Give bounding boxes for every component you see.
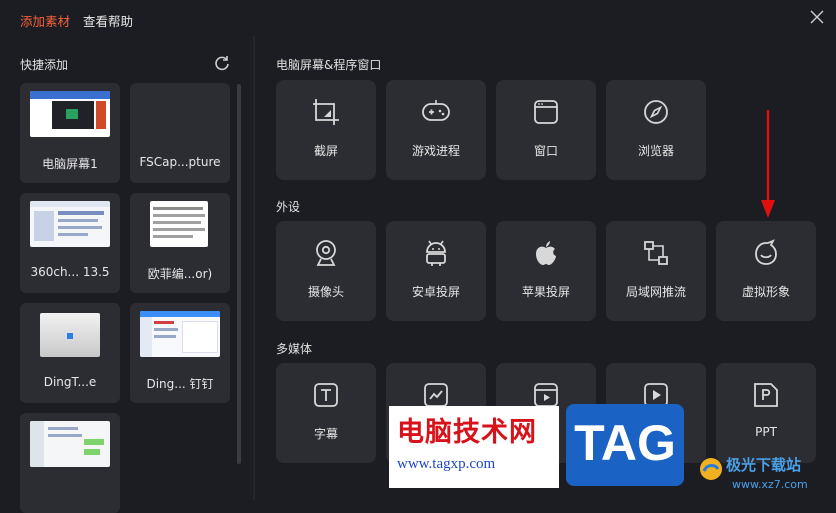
- source-label: 浏览器: [637, 144, 674, 158]
- quick-item-label: 360ch... 13.5: [30, 265, 110, 279]
- text-icon: [314, 383, 338, 407]
- source-avatar[interactable]: 虚拟形象: [716, 221, 816, 321]
- watermark-site-name: 极光下载站: [726, 456, 802, 474]
- crop-icon: [313, 99, 339, 125]
- source-label: 摄像头: [307, 285, 344, 299]
- watermark-brand: 电脑技术网: [397, 417, 537, 448]
- source-subtitle[interactable]: 字幕: [276, 363, 376, 463]
- scrollbar[interactable]: [237, 84, 241, 464]
- quick-add-panel: 快捷添加 电脑屏幕1 FSCap...pture 360ch... 13.5 欧…: [0, 36, 253, 513]
- source-label: 窗口: [533, 144, 558, 158]
- refresh-icon[interactable]: [213, 54, 231, 72]
- close-icon[interactable]: [808, 8, 826, 26]
- thumbnail: [40, 313, 100, 357]
- quick-item-label: Ding... 钉钉: [146, 377, 214, 391]
- quick-item-360chrome[interactable]: 360ch... 13.5: [20, 193, 120, 293]
- source-game[interactable]: 游戏进程: [386, 80, 486, 180]
- webcam-icon: [316, 240, 336, 266]
- quick-item-label: 电脑屏幕1: [42, 157, 98, 171]
- network-icon: [644, 241, 668, 265]
- thumbnail: [30, 91, 110, 137]
- section-title-media: 多媒体: [276, 342, 313, 356]
- source-webcam[interactable]: 摄像头: [276, 221, 376, 321]
- quick-item-editor[interactable]: 欧菲编...or): [130, 193, 230, 293]
- watermark-url: www.tagxp.com: [397, 456, 496, 472]
- source-label: 安卓投屏: [411, 285, 460, 299]
- watermark-tag-text: TAG: [574, 415, 676, 471]
- quick-item-dingtalk-1[interactable]: DingT...e: [20, 303, 120, 403]
- source-screenshot[interactable]: 截屏: [276, 80, 376, 180]
- panel-divider: [253, 36, 255, 500]
- source-android[interactable]: 安卓投屏: [386, 221, 486, 321]
- source-label: 游戏进程: [411, 144, 460, 158]
- apple-icon: [536, 241, 556, 265]
- quick-item-label: 欧菲编...or): [147, 267, 213, 281]
- compass-icon: [644, 100, 668, 124]
- video-icon: [534, 383, 558, 407]
- watermark-tag-logo: TAG: [566, 404, 684, 486]
- quick-item-dingtalk-2[interactable]: Ding... 钉钉: [130, 303, 230, 403]
- tab-help[interactable]: 查看帮助: [83, 11, 133, 30]
- window-icon: [534, 100, 558, 124]
- annotation-arrow-icon: [761, 110, 775, 218]
- chart-icon: [424, 383, 448, 407]
- quick-item-label: DingT...e: [43, 375, 97, 389]
- source-browser[interactable]: 浏览器: [606, 80, 706, 180]
- source-window[interactable]: 窗口: [496, 80, 596, 180]
- android-icon: [426, 240, 446, 266]
- source-label: PPT: [755, 425, 777, 439]
- thumbnail: [140, 311, 220, 357]
- source-label: 字幕: [313, 427, 338, 441]
- quick-item-window[interactable]: [20, 413, 120, 513]
- quick-item-fscapture[interactable]: FSCap...pture: [130, 83, 230, 183]
- watermark-site: 极光下载站 www.xz7.com: [692, 448, 836, 500]
- quick-item-screen1[interactable]: 电脑屏幕1: [20, 83, 120, 183]
- tab-add-material[interactable]: 添加素材: [20, 11, 70, 30]
- watermark-site-url: www.xz7.com: [732, 478, 808, 491]
- quick-add-title: 快捷添加: [20, 58, 69, 72]
- gamepad-icon: [422, 100, 450, 121]
- quick-item-label: FSCap...pture: [139, 155, 221, 169]
- thumbnail: [150, 201, 208, 247]
- thumbnail: [30, 201, 110, 247]
- title-bar: 添加素材 查看帮助: [0, 0, 836, 36]
- watermark-banner: 电脑技术网 www.tagxp.com: [389, 406, 559, 488]
- avatar-icon: [755, 239, 777, 265]
- ppt-icon: [754, 383, 778, 407]
- source-label: 截屏: [313, 144, 338, 158]
- source-apple[interactable]: 苹果投屏: [496, 221, 596, 321]
- source-label: 虚拟形象: [741, 285, 790, 299]
- source-label: 苹果投屏: [521, 285, 570, 299]
- section-title-screen: 电脑屏幕&程序窗口: [276, 58, 382, 72]
- section-title-device: 外设: [276, 200, 301, 214]
- thumbnail: [30, 421, 110, 467]
- source-label: 局域网推流: [625, 285, 686, 299]
- source-lan-stream[interactable]: 局域网推流: [606, 221, 706, 321]
- site-logo-icon: [700, 458, 722, 480]
